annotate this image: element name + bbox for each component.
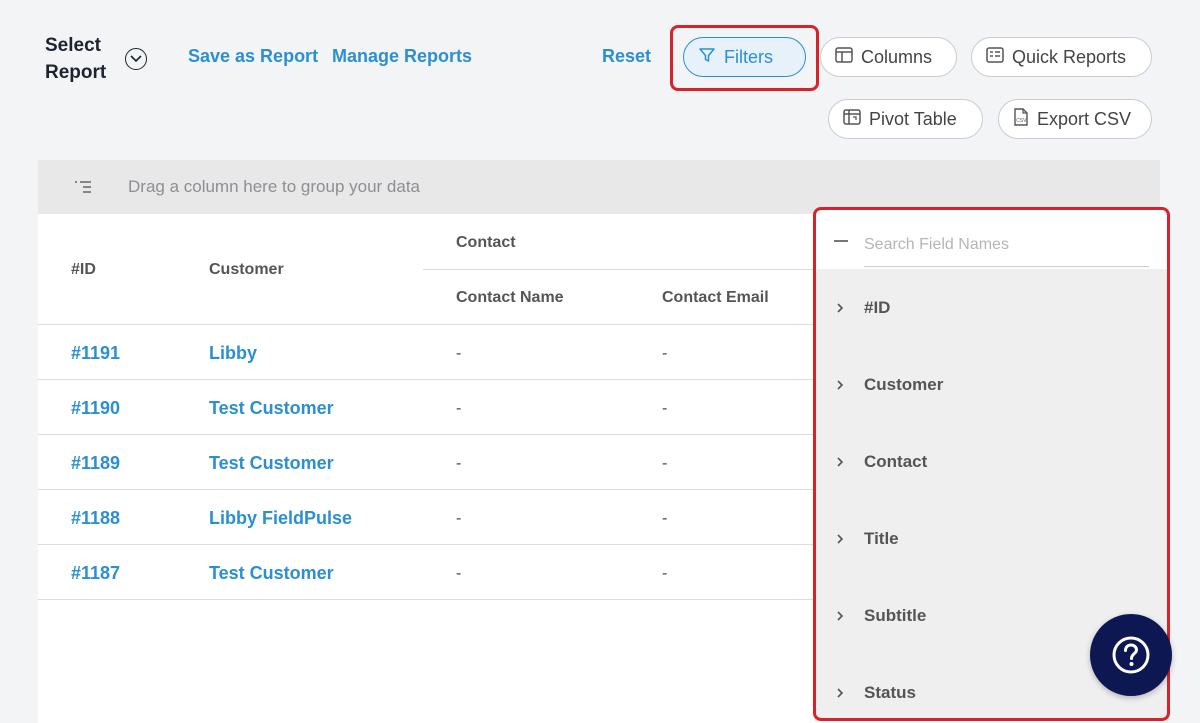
quick-reports-button[interactable]: Quick Reports	[971, 37, 1152, 77]
row-id[interactable]: #1187	[71, 563, 120, 584]
group-list-icon	[74, 180, 92, 194]
csv-file-icon: CSV	[1013, 107, 1029, 131]
select-report-dropdown[interactable]: Select Report	[45, 32, 147, 86]
row-customer[interactable]: Test Customer	[209, 563, 334, 584]
row-customer[interactable]: Libby FieldPulse	[209, 508, 352, 529]
row-contact-name: -	[456, 345, 462, 362]
columns-icon	[835, 46, 853, 68]
header-id[interactable]: #ID	[71, 261, 96, 279]
group-by-drop-zone[interactable]: Drag a column here to group your data	[38, 160, 1160, 214]
row-divider	[38, 434, 815, 435]
field-label: Subtitle	[864, 606, 927, 625]
header-divider	[423, 269, 815, 270]
quick-reports-icon	[986, 46, 1004, 68]
field-item-id[interactable]: #ID	[816, 288, 1168, 328]
field-label: Status	[864, 683, 916, 702]
row-customer[interactable]: Test Customer	[209, 398, 334, 419]
filters-label: Filters	[724, 46, 773, 67]
row-contact-email: -	[662, 565, 668, 582]
row-id[interactable]: #1191	[71, 343, 120, 364]
manage-reports-link[interactable]: Manage Reports	[332, 46, 472, 67]
chevron-right-icon	[837, 457, 844, 467]
export-csv-button[interactable]: CSV Export CSV	[998, 99, 1152, 139]
help-button[interactable]	[1090, 614, 1172, 696]
row-divider	[38, 599, 815, 600]
field-label: #ID	[864, 298, 891, 317]
question-mark-icon	[1112, 636, 1150, 674]
row-id[interactable]: #1190	[71, 398, 120, 419]
filter-icon	[698, 46, 716, 69]
field-label: Title	[864, 529, 899, 548]
header-customer[interactable]: Customer	[209, 261, 284, 279]
chevron-right-icon	[837, 303, 844, 313]
pivot-table-button[interactable]: Pivot Table	[828, 99, 983, 139]
row-divider	[38, 379, 815, 380]
row-id[interactable]: #1189	[71, 453, 120, 474]
columns-button[interactable]: Columns	[820, 37, 957, 77]
field-label: Contact	[864, 452, 928, 471]
pivot-table-label: Pivot Table	[869, 108, 957, 129]
select-report-label: Select Report	[45, 35, 107, 83]
reset-link[interactable]: Reset	[602, 46, 651, 67]
row-id[interactable]: #1188	[71, 508, 120, 529]
chevron-right-icon	[837, 688, 844, 698]
chevron-right-icon	[837, 380, 844, 390]
row-contact-name: -	[456, 400, 462, 417]
header-contact-name[interactable]: Contact Name	[456, 289, 564, 307]
collapse-minus-icon[interactable]	[834, 240, 848, 242]
row-contact-email: -	[662, 400, 668, 417]
row-contact-name: -	[456, 455, 462, 472]
row-customer[interactable]: Test Customer	[209, 453, 334, 474]
field-item-title[interactable]: Title	[816, 519, 1168, 559]
row-contact-email: -	[662, 510, 668, 527]
field-search-input[interactable]	[864, 223, 1149, 267]
filters-button[interactable]: Filters	[683, 37, 806, 77]
save-as-report-link[interactable]: Save as Report	[188, 46, 318, 67]
row-divider	[38, 544, 815, 545]
pivot-table-icon	[843, 108, 861, 130]
row-customer[interactable]: Libby	[209, 343, 257, 364]
header-contact-group: Contact	[456, 234, 516, 251]
field-item-customer[interactable]: Customer	[816, 365, 1168, 405]
chevron-right-icon	[837, 611, 844, 621]
row-contact-email: -	[662, 345, 668, 362]
chevron-down-icon[interactable]	[125, 48, 147, 70]
field-search-row	[816, 209, 1168, 269]
export-csv-label: Export CSV	[1037, 108, 1132, 129]
field-item-contact[interactable]: Contact	[816, 442, 1168, 482]
group-by-hint: Drag a column here to group your data	[128, 177, 421, 196]
row-contact-name: -	[456, 510, 462, 527]
row-divider	[38, 489, 815, 490]
quick-reports-label: Quick Reports	[1012, 46, 1127, 67]
chevron-right-icon	[837, 534, 844, 544]
row-contact-email: -	[662, 455, 668, 472]
field-label: Customer	[864, 375, 944, 394]
header-contact-email[interactable]: Contact Email	[662, 289, 769, 307]
row-contact-name: -	[456, 565, 462, 582]
svg-text:CSV: CSV	[1016, 118, 1027, 124]
columns-label: Columns	[861, 46, 933, 67]
header-bottom-divider	[38, 324, 815, 325]
